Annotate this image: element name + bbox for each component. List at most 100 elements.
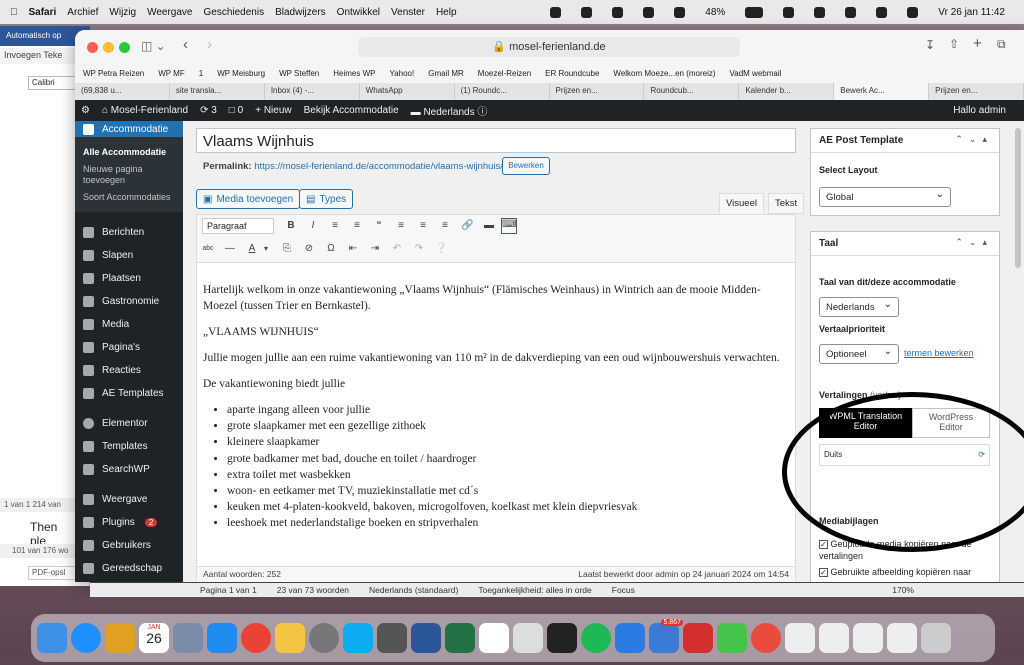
special-character-icon[interactable]: Ω (325, 243, 337, 255)
box-arrows-icon[interactable]: ⌃⌄▴ (955, 237, 993, 248)
clear-formatting-icon[interactable]: ⊘ (303, 243, 315, 255)
share-icon[interactable]: ⇧ (949, 37, 959, 51)
play-icon[interactable] (643, 6, 655, 18)
numbered-list-icon[interactable]: ≡ (351, 220, 363, 232)
sidebar-toggle-icon[interactable]: ◫ ⌄ (141, 39, 166, 53)
word-focus[interactable]: Focus (612, 585, 635, 595)
download-icon[interactable]: ↧ (925, 38, 935, 52)
quote-icon[interactable]: “ (373, 220, 385, 232)
edit-terms-link[interactable]: termen bewerken (904, 348, 974, 358)
select-layout-dropdown[interactable]: Global (819, 187, 951, 207)
skype-icon[interactable] (343, 623, 373, 653)
sidebar-item-gebruikers[interactable]: Gebruikers (75, 534, 183, 557)
favorite-item[interactable]: Yahoo! (389, 69, 414, 78)
document-thumbnail[interactable] (853, 623, 883, 653)
paste-text-icon[interactable]: ⎘ (281, 243, 293, 255)
excel-icon[interactable] (445, 623, 475, 653)
sidebar-item-slapen[interactable]: Slapen (75, 244, 183, 267)
submenu-all-accommodatie[interactable]: Alle Accommodatie (75, 144, 183, 161)
browser-tab[interactable]: site transla... (170, 83, 265, 100)
tab-overview-icon[interactable]: ⧉ (997, 37, 1006, 52)
permalink-edit-button[interactable]: Bewerken (502, 157, 550, 175)
calculator-icon[interactable] (377, 623, 407, 653)
menu-bladwijzers[interactable]: Bladwijzers (275, 7, 326, 18)
submenu-soort-accommodaties[interactable]: Soort Accommodaties (75, 189, 183, 206)
timer-icon[interactable] (674, 6, 686, 18)
clock[interactable]: Vr 26 jan 11:42 (938, 7, 1005, 18)
word-accessibility[interactable]: Toegankelijkheid: alles in orde (478, 585, 591, 595)
app-icon[interactable] (513, 623, 543, 653)
help-icon[interactable]: ❔ (435, 243, 447, 255)
calendar-icon[interactable]: JAN 26 (139, 623, 169, 653)
word-zoom[interactable]: 170% (892, 585, 914, 595)
menu-help[interactable]: Help (436, 7, 457, 18)
battery-icon[interactable] (745, 6, 764, 18)
app-icon[interactable] (547, 623, 577, 653)
settings-icon[interactable] (309, 623, 339, 653)
browser-tab[interactable]: Inbox (4) -... (265, 83, 360, 100)
menu-geschiedenis[interactable]: Geschiedenis (204, 7, 265, 18)
box-arrows-icon[interactable]: ⌃⌄▴ (955, 134, 993, 145)
new-tab-icon[interactable]: + (973, 35, 982, 52)
admin-language[interactable]: ▬ Nederlands ⓘ (411, 103, 488, 118)
document-thumbnail[interactable] (785, 623, 815, 653)
wifi-icon[interactable] (814, 6, 826, 18)
sidebar-item-templates[interactable]: Templates (75, 435, 183, 458)
sidebar-item-paginas[interactable]: Pagina's (75, 336, 183, 359)
favorite-item[interactable]: WP Petra Reizen (83, 69, 144, 78)
outdent-icon[interactable]: ⇤ (347, 243, 359, 255)
favorite-item[interactable]: Gmail MR (428, 69, 464, 78)
sidebar-item-plaatsen[interactable]: Plaatsen (75, 267, 183, 290)
admin-comments[interactable]: □ 0 (229, 105, 243, 116)
bold-icon[interactable]: B (285, 220, 297, 232)
browser-tab[interactable]: Kalender b... (739, 83, 835, 100)
spotify-icon[interactable] (581, 623, 611, 653)
minimize-window-icon[interactable] (103, 42, 114, 53)
back-icon[interactable]: ‹ (183, 36, 188, 53)
priority-dropdown[interactable]: Optioneel (819, 344, 899, 364)
horizontal-line-icon[interactable]: — (224, 243, 236, 255)
align-right-icon[interactable]: ≡ (439, 220, 451, 232)
menu-archief[interactable]: Archief (67, 7, 98, 18)
menu-app-name[interactable]: Safari (29, 7, 57, 18)
language-box-header[interactable]: Taal ⌃⌄▴ (811, 232, 999, 256)
launchpad-icon[interactable] (105, 623, 135, 653)
photos-icon[interactable] (275, 623, 305, 653)
admin-site-name[interactable]: ⌂ Mosel-Ferienland (102, 105, 188, 116)
italic-icon[interactable]: I (307, 220, 319, 232)
checkbox-checked-icon[interactable]: ✓ (819, 568, 828, 577)
forward-icon[interactable]: › (207, 36, 212, 53)
control-center-icon[interactable] (876, 6, 888, 18)
favorite-item[interactable]: Moezel-Reizen (478, 69, 531, 78)
language-dropdown[interactable]: Nederlands (819, 297, 899, 317)
read-more-icon[interactable]: ▬ (483, 220, 495, 232)
browser-tab[interactable]: (1) Roundc... (455, 83, 550, 100)
status-icon[interactable] (550, 6, 562, 18)
browser-tab[interactable]: Prijzen en... (929, 83, 1024, 100)
trash-icon[interactable] (921, 623, 951, 653)
app-icon[interactable] (751, 623, 781, 653)
safari-icon[interactable] (71, 623, 101, 653)
status-icon[interactable] (581, 6, 593, 18)
favorite-item[interactable]: ER Roundcube (545, 69, 599, 78)
admin-new[interactable]: + Nieuw (255, 105, 291, 116)
sidebar-item-searchwp[interactable]: SearchWP (75, 458, 183, 481)
toolbar-toggle-icon[interactable]: ⌨ (501, 218, 517, 234)
sidebar-item-weergave[interactable]: Weergave (75, 488, 183, 511)
browser-tab[interactable]: Prijzen en... (550, 83, 645, 100)
undo-icon[interactable]: ↶ (391, 243, 403, 255)
browser-tab[interactable]: WhatsApp (360, 83, 455, 100)
sidebar-item-accommodatie[interactable]: Accommodatie (75, 121, 183, 137)
document-thumbnail[interactable] (887, 623, 917, 653)
ae-box-header[interactable]: AE Post Template ⌃⌄▴ (811, 129, 999, 153)
status-icon[interactable] (612, 6, 624, 18)
app-icon[interactable] (479, 623, 509, 653)
favorite-item[interactable]: VadM webmail (730, 69, 782, 78)
finder-icon[interactable] (37, 623, 67, 653)
align-center-icon[interactable]: ≡ (417, 220, 429, 232)
indent-icon[interactable]: ⇥ (369, 243, 381, 255)
format-select[interactable]: Paragraaf (202, 218, 274, 234)
add-media-button[interactable]: ▣ Media toevoegen (196, 189, 301, 209)
sidebar-item-gastronomie[interactable]: Gastronomie (75, 290, 183, 313)
menu-wijzig[interactable]: Wijzig (109, 7, 136, 18)
